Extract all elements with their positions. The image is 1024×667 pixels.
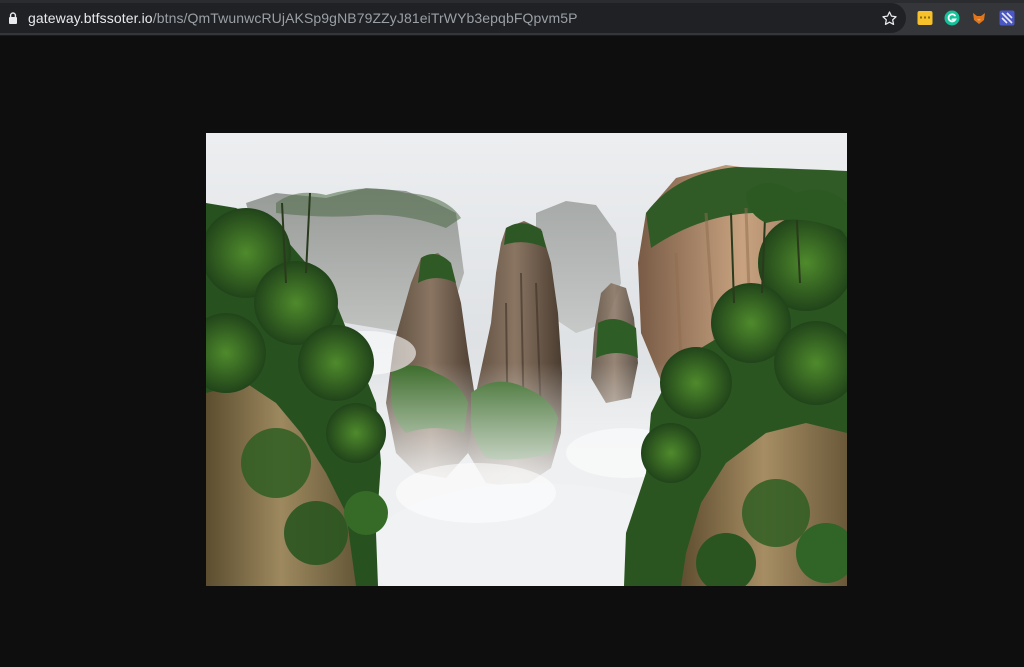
url-text[interactable]: gateway.btfssoter.io/btns/QmTwunwcRUjAKS… bbox=[28, 10, 578, 26]
address-bar[interactable]: gateway.btfssoter.io/btns/QmTwunwcRUjAKS… bbox=[0, 3, 906, 33]
url-host: gateway.btfssoter.io bbox=[28, 10, 153, 26]
browser-toolbar: gateway.btfssoter.io/btns/QmTwunwcRUjAKS… bbox=[0, 0, 1024, 36]
lock-icon[interactable] bbox=[8, 12, 18, 24]
grammarly-extension-icon[interactable] bbox=[944, 10, 960, 26]
reader-extension-icon[interactable] bbox=[999, 10, 1015, 26]
notes-extension-icon[interactable] bbox=[917, 10, 933, 26]
star-icon[interactable] bbox=[881, 10, 898, 27]
url-path: /btns/QmTwunwcRUjAKSp9gNB79ZZyJ81eiTrWYb… bbox=[152, 10, 578, 26]
photo-image bbox=[206, 133, 847, 586]
fox-extension-icon[interactable] bbox=[971, 10, 987, 26]
